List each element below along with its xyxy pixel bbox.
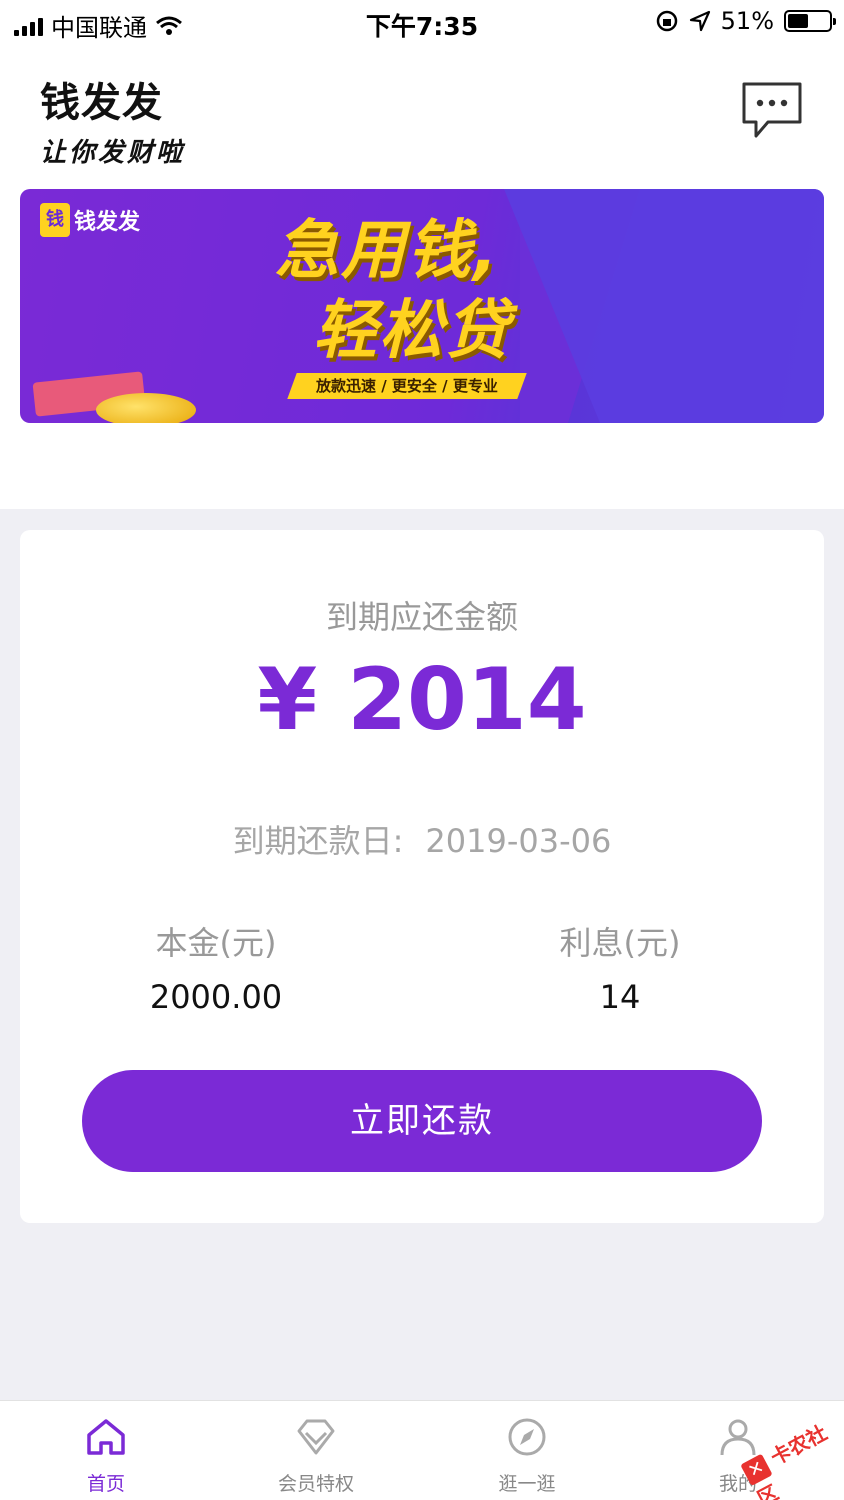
tab-browse[interactable]: 逛一逛 (447, 1417, 607, 1496)
interest-value: 14 (599, 978, 641, 1016)
due-amount: ¥ 2014 (257, 650, 587, 750)
banner-title: 急用钱, 轻松贷 (275, 211, 511, 371)
due-date-value: 2019-03-06 (425, 822, 612, 860)
message-icon[interactable] (740, 80, 804, 144)
battery-icon (784, 10, 836, 32)
home-icon (87, 1419, 125, 1455)
interest-label: 利息(元) (559, 924, 681, 962)
due-date-row: 到期还款日: 2019-03-06 (20, 816, 824, 862)
tab-member-privileges[interactable]: 会员特权 (236, 1417, 396, 1496)
principal-label: 本金(元) (155, 924, 277, 962)
brand: 钱发发 让你发财啦 (40, 70, 185, 169)
battery-percent: 51% (720, 7, 774, 35)
due-date-label: 到期还款日: (232, 822, 404, 860)
banner-logo-text: 钱发发 (74, 210, 141, 235)
status-bar: 中国联通 下午7:35 51% (0, 0, 844, 44)
location-icon (689, 10, 710, 32)
brand-slogan: 让你发财啦 (40, 138, 186, 168)
due-amount-label: 到期应还金额 (325, 598, 518, 636)
compass-icon (508, 1418, 546, 1456)
interest-block: 利息(元) 14 (520, 918, 720, 1016)
battery-fill (788, 14, 809, 28)
header: 钱发发 让你发财啦 钱 钱发发 急用钱, 轻松贷 放款迅速 / 更安全 / 更专… (0, 44, 844, 509)
brand-name: 钱发发 (40, 79, 163, 126)
promo-banner[interactable]: 钱 钱发发 急用钱, 轻松贷 放款迅速 / 更安全 / 更专业 (20, 189, 824, 423)
rotation-lock-icon (656, 10, 677, 32)
tab-bar: 首页 会员特权 逛一逛 我的 ✕ 卡农社区 (0, 1400, 844, 1500)
principal-block: 本金(元) 2000.00 (116, 918, 316, 1016)
tab-browse-label: 逛一逛 (498, 1473, 556, 1495)
tab-home-label: 首页 (86, 1473, 125, 1495)
repay-now-button[interactable]: 立即还款 (82, 1070, 762, 1172)
repayment-card: 到期应还金额 ¥ 2014 到期还款日: 2019-03-06 本金(元) 200… (20, 530, 824, 1223)
banner-title-line1: 急用钱, (275, 214, 500, 288)
principal-value: 2000.00 (149, 978, 283, 1016)
tab-member-privileges-label: 会员特权 (277, 1473, 354, 1495)
coins-illustration (96, 393, 196, 423)
diamond-icon (297, 1419, 335, 1455)
tab-home[interactable]: 首页 (26, 1417, 186, 1496)
status-right: 51% (655, 7, 836, 35)
banner-logo: 钱 钱发发 (40, 203, 140, 237)
banner-tagline: 放款迅速 / 更安全 / 更专业 (287, 373, 527, 399)
banner-logo-mark: 钱 (40, 203, 70, 237)
banner-title-line2: 轻松贷 (313, 294, 511, 368)
banner-tagline-text: 放款迅速 / 更安全 / 更专业 (316, 377, 498, 395)
